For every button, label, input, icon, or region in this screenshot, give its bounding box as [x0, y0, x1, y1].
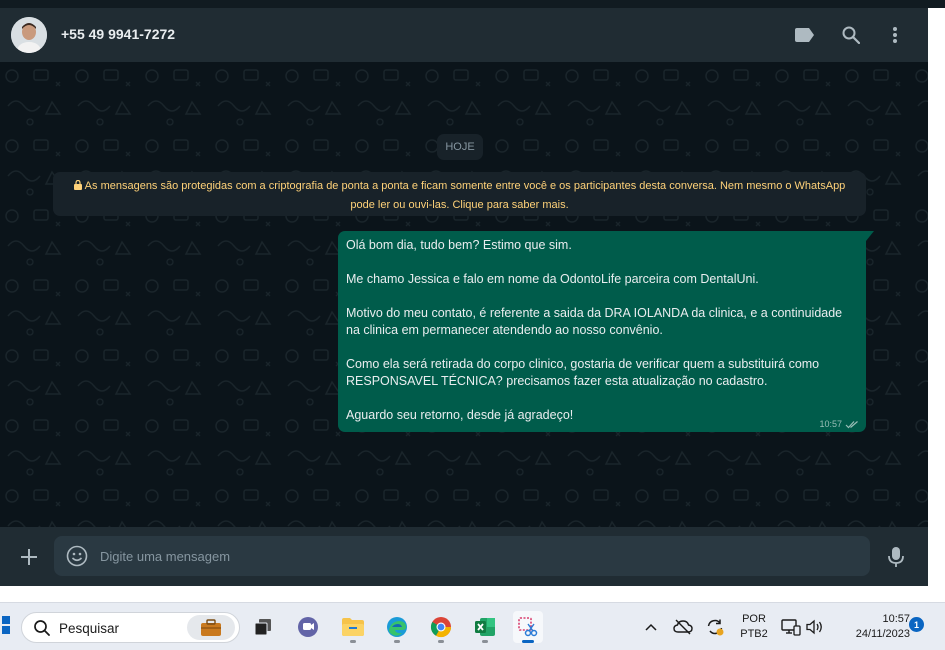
- network-icon[interactable]: [780, 613, 802, 641]
- message-input[interactable]: [100, 536, 860, 576]
- notification-badge[interactable]: 1: [909, 617, 924, 632]
- language-indicator[interactable]: POR PTB2: [737, 612, 771, 642]
- edge-browser-icon[interactable]: [382, 611, 412, 643]
- message-paragraph: Olá bom dia, tudo bem? Estimo que sim.: [346, 238, 572, 252]
- message-meta: 10:57: [819, 419, 859, 429]
- avatar[interactable]: [11, 17, 47, 53]
- chevron-up-icon[interactable]: [642, 613, 660, 641]
- date-chip: HOJE: [437, 134, 483, 160]
- attach-plus-icon[interactable]: [17, 545, 41, 569]
- system-clock[interactable]: 10:57 24/11/2023: [832, 612, 910, 642]
- teams-chat-icon[interactable]: [293, 611, 323, 643]
- message-paragraph: Motivo do meu contato, é referente a sai…: [346, 306, 843, 337]
- contact-name[interactable]: +55 49 9941-7272: [61, 26, 175, 42]
- search-icon: [33, 619, 51, 637]
- sync-icon[interactable]: [704, 613, 726, 641]
- cloud-offline-icon[interactable]: [672, 613, 694, 641]
- window-top-strip: [0, 0, 945, 8]
- emoji-icon[interactable]: [66, 545, 88, 567]
- windows-taskbar: Pesquisar POR PTB2 10:57 24/11/2023 1: [0, 602, 945, 650]
- encryption-notice[interactable]: As mensagens são protegidas com a cripto…: [53, 172, 866, 216]
- running-indicator: [482, 640, 488, 643]
- lock-icon: [73, 179, 82, 190]
- outgoing-message[interactable]: Olá bom dia, tudo bem? Estimo que sim. M…: [338, 231, 866, 432]
- message-paragraph: Como ela será retirada do corpo clinico,…: [346, 357, 820, 388]
- active-indicator: [522, 640, 534, 643]
- window-right-edge: [928, 8, 945, 586]
- taskbar-search[interactable]: Pesquisar: [21, 612, 240, 643]
- encryption-notice-line1: As mensagens são protegidas com a cripto…: [84, 180, 846, 192]
- chat-header: +55 49 9941-7272: [0, 8, 928, 62]
- taskbar-search-label: Pesquisar: [59, 621, 120, 636]
- encryption-notice-line2: pode ler ou ouvi-las. Clique para saber …: [350, 199, 569, 211]
- running-indicator: [394, 640, 400, 643]
- double-check-icon: [845, 420, 858, 428]
- file-explorer-icon[interactable]: [338, 611, 368, 643]
- message-paragraph: Aguardo seu retorno, desde já agradeço!: [346, 408, 574, 422]
- snipping-tool-icon[interactable]: [513, 611, 543, 643]
- message-tail: [866, 231, 874, 241]
- message-composer: [0, 527, 928, 586]
- microphone-icon[interactable]: [885, 545, 907, 569]
- label-icon[interactable]: [792, 22, 818, 48]
- chrome-browser-icon[interactable]: [426, 611, 456, 643]
- task-view-icon[interactable]: [248, 611, 278, 643]
- windows-start-icon[interactable]: [0, 616, 10, 634]
- running-indicator: [438, 640, 444, 643]
- clock-date: 24/11/2023: [855, 628, 910, 640]
- message-input-box[interactable]: [54, 536, 870, 576]
- running-indicator: [350, 640, 356, 643]
- language-code: POR: [742, 613, 766, 625]
- more-vertical-icon[interactable]: [882, 22, 908, 48]
- excel-icon[interactable]: [470, 611, 500, 643]
- message-time: 10:57: [819, 419, 842, 429]
- chat-area[interactable]: HOJE As mensagens são protegidas com a c…: [0, 62, 928, 527]
- search-icon[interactable]: [838, 22, 864, 48]
- briefcase-icon[interactable]: [187, 615, 235, 640]
- message-text: Olá bom dia, tudo bem? Estimo que sim. M…: [346, 237, 858, 424]
- clock-time: 10:57: [882, 613, 910, 625]
- whatsapp-window: +55 49 9941-7272 HOJE As mensagens são p…: [0, 0, 945, 650]
- volume-icon[interactable]: [804, 613, 826, 641]
- keyboard-layout: PTB2: [740, 628, 768, 640]
- message-paragraph: Me chamo Jessica e falo em nome da Odont…: [346, 272, 759, 286]
- desktop-gap: [0, 586, 945, 602]
